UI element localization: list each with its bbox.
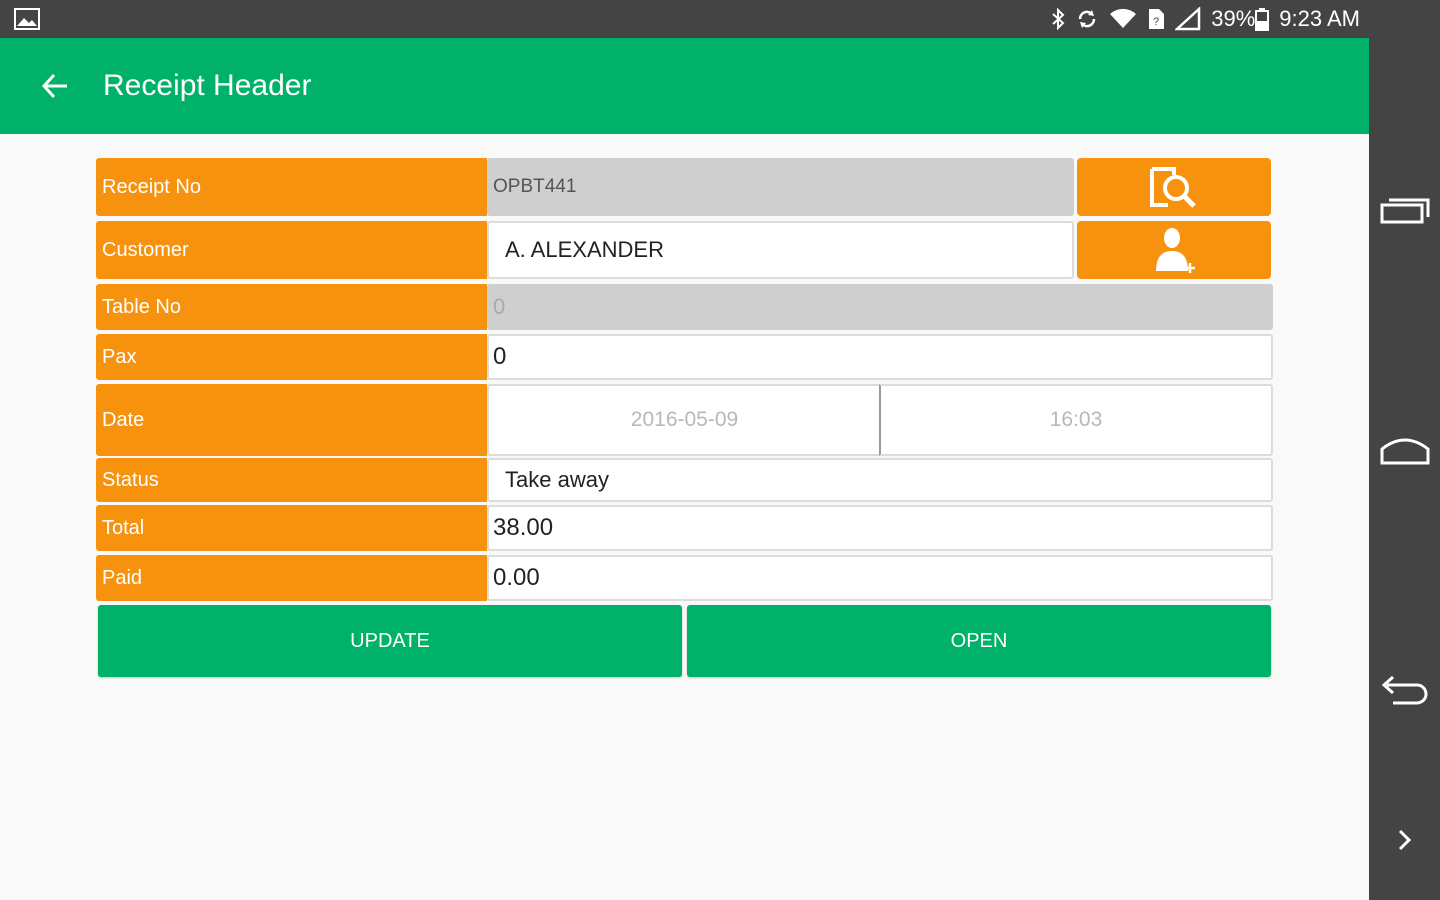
bluetooth-icon (1052, 8, 1065, 30)
app-bar: Receipt Header (0, 38, 1369, 134)
status-icons: ? 39% 9:23 AM (1051, 4, 1360, 34)
home-button[interactable] (1369, 420, 1440, 480)
battery-percent: 39% (1211, 6, 1256, 31)
paid-row: Paid 0.00 (96, 555, 1273, 601)
status-field[interactable]: Take away (487, 458, 1273, 502)
open-button[interactable]: OPEN (687, 605, 1271, 677)
battery-icon (1255, 8, 1270, 31)
gallery-notification-icon (14, 8, 40, 30)
total-label: Total (96, 505, 487, 551)
status-label: Status (96, 458, 487, 502)
wifi-icon (1110, 8, 1137, 28)
customer-field[interactable]: A. ALEXANDER (487, 221, 1074, 279)
table-no-row: Table No 0 (96, 284, 1273, 330)
status-bar: ? 39% 9:23 AM (0, 0, 1440, 38)
update-button[interactable]: UPDATE (98, 605, 682, 677)
search-receipt-button[interactable] (1077, 158, 1271, 216)
signal-icon (1175, 7, 1201, 31)
date-row: Date 2016-05-09 16:03 (96, 384, 1273, 456)
receipt-header-form: Receipt No OPBT441 Customer A. ALEXANDER… (0, 134, 1369, 900)
back-nav-button[interactable] (1369, 660, 1440, 720)
pax-row: Pax 0 (96, 334, 1273, 380)
expand-button[interactable] (1369, 810, 1440, 870)
receipt-no-field[interactable]: OPBT441 (487, 158, 1074, 216)
customer-label: Customer (96, 221, 487, 279)
date-label: Date (96, 384, 487, 456)
status-row: Status Take away (96, 458, 1273, 502)
home-icon (1380, 438, 1429, 465)
sim-card-icon: ? (1149, 9, 1165, 29)
receipt-no-row: Receipt No OPBT441 (96, 158, 1271, 216)
back-nav-icon (1381, 675, 1427, 705)
recent-apps-button[interactable] (1369, 180, 1440, 240)
arrow-back-icon (41, 73, 67, 99)
svg-text:?: ? (1153, 16, 1159, 28)
clock: 9:23 AM (1279, 6, 1360, 31)
chevron-right-icon (1398, 829, 1411, 851)
customer-row: Customer A. ALEXANDER (96, 221, 1271, 279)
total-field[interactable]: 38.00 (487, 505, 1273, 551)
paid-field[interactable]: 0.00 (487, 555, 1273, 601)
receipt-no-label: Receipt No (96, 158, 487, 216)
date-picker-field[interactable]: 2016-05-09 (487, 384, 880, 456)
table-no-field[interactable]: 0 (487, 284, 1273, 330)
time-picker-field[interactable]: 16:03 (879, 384, 1273, 456)
back-button[interactable] (36, 68, 74, 104)
pax-field[interactable]: 0 (487, 334, 1273, 380)
recent-apps-icon (1380, 198, 1429, 224)
add-customer-button[interactable] (1077, 221, 1271, 279)
navigation-bar (1369, 38, 1440, 900)
page-title: Receipt Header (103, 69, 312, 102)
search-document-icon (1150, 167, 1196, 208)
paid-label: Paid (96, 555, 487, 601)
total-row: Total 38.00 (96, 505, 1273, 551)
table-no-label: Table No (96, 284, 487, 330)
sync-icon (1078, 10, 1096, 28)
pax-label: Pax (96, 334, 487, 380)
add-person-icon (1156, 228, 1195, 273)
